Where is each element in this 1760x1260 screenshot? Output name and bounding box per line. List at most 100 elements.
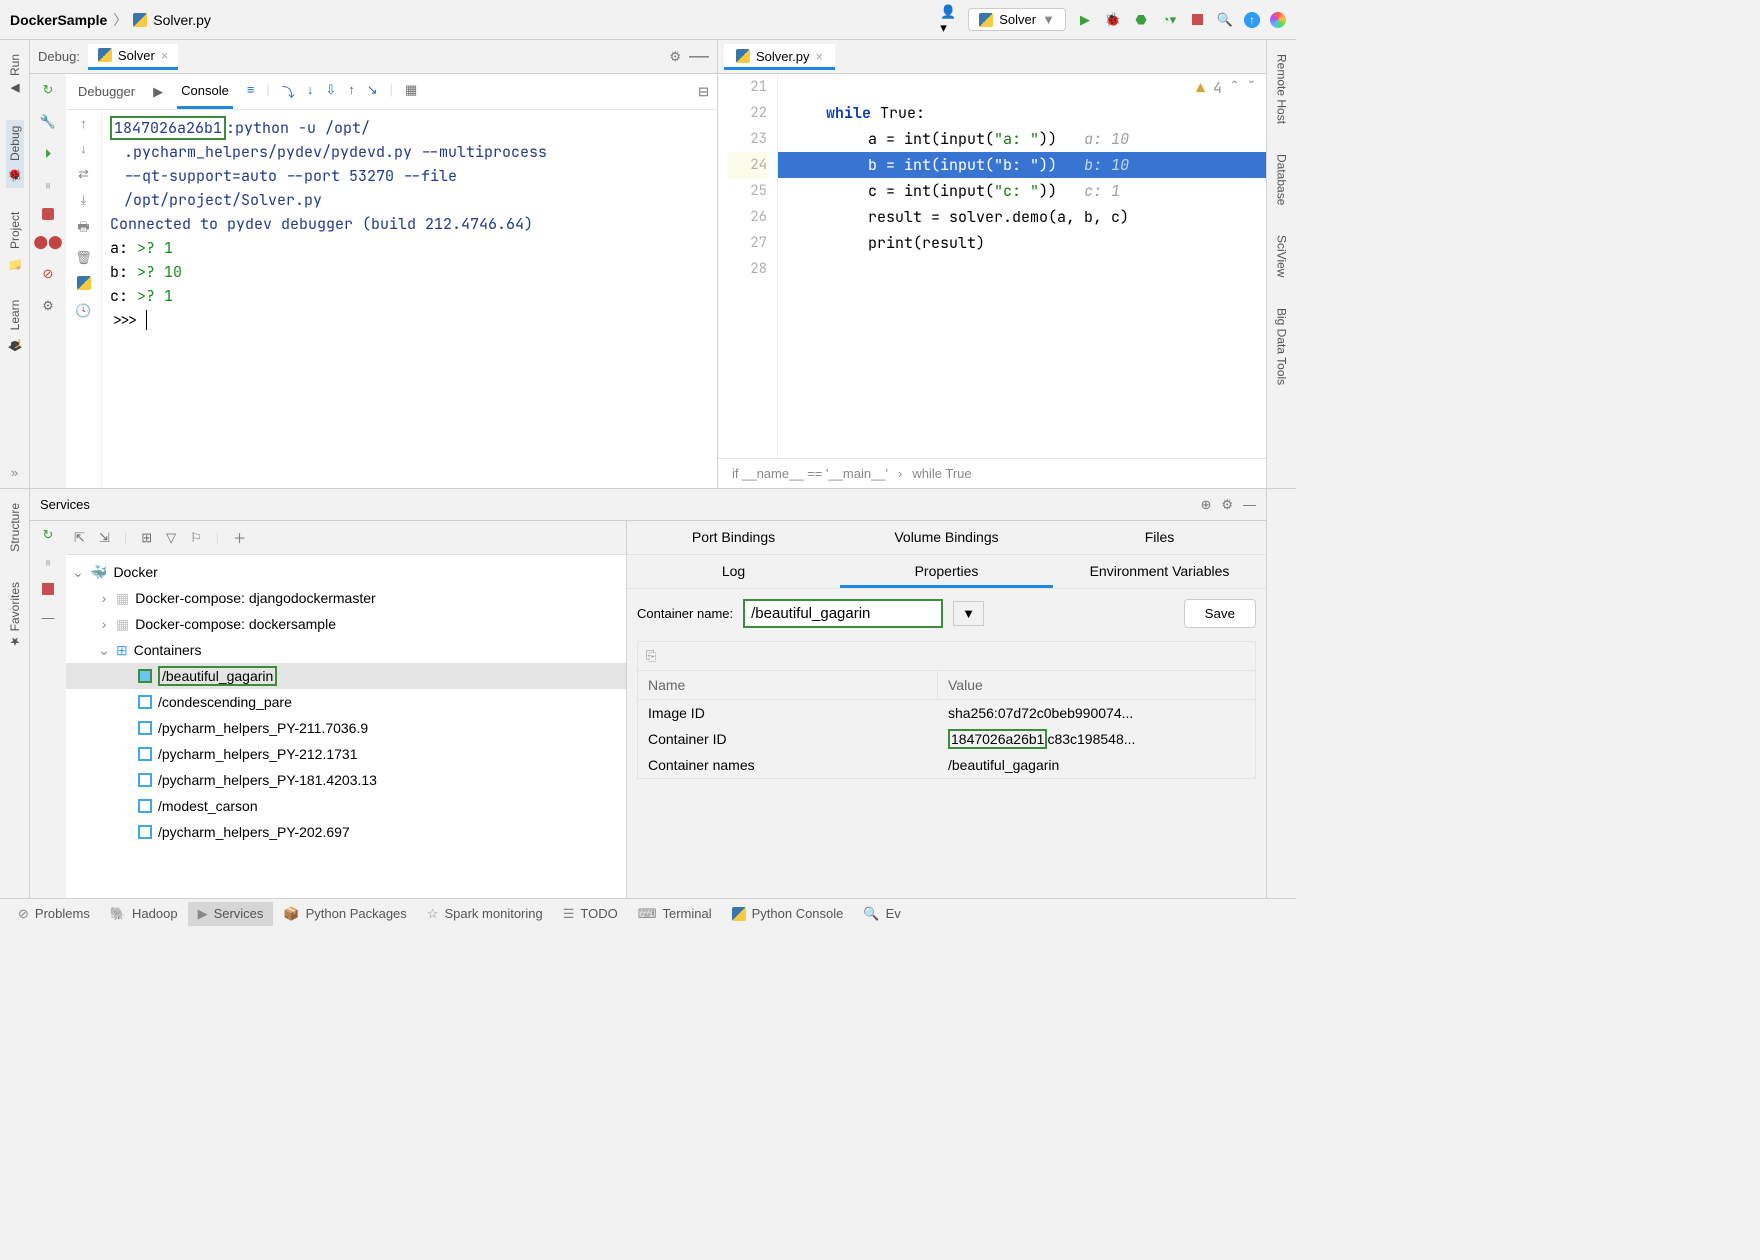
settings-icon[interactable]: ⚙ (38, 296, 58, 316)
bookmark-icon[interactable]: ⚐ (190, 530, 202, 546)
breadcrumb-file[interactable]: Solver.py (153, 12, 211, 28)
resume-icon[interactable]: ⏵ (38, 144, 58, 164)
console-output[interactable]: 1847026a26b1:python -u /opt/ .pycharm_he… (102, 110, 717, 488)
layout-icon[interactable]: ⊟ (698, 84, 709, 100)
run-button[interactable]: ▶ (1076, 11, 1094, 29)
big-data-tool[interactable]: Big Data Tools (1273, 302, 1291, 391)
remote-host-tool[interactable]: Remote Host (1273, 48, 1291, 130)
code-breadcrumb: if __name__ == '__main__' › while True (718, 458, 1266, 488)
add-icon[interactable]: ＋ (233, 528, 246, 547)
step-into-icon[interactable]: ↓ (307, 82, 314, 101)
problems-tool[interactable]: ⊘Problems (8, 902, 100, 926)
debug-tool[interactable]: 🐞 Debug (6, 120, 24, 188)
gear-icon[interactable]: ⚙ (669, 49, 681, 65)
close-icon[interactable]: × (815, 49, 823, 64)
minimize-panel-icon[interactable]: — (42, 610, 55, 625)
learn-tool[interactable]: 🎓 Learn (6, 294, 24, 357)
run-to-cursor-icon[interactable]: ↘ (367, 82, 378, 101)
coverage-icon[interactable]: ⬣ (1132, 11, 1150, 29)
minimize-icon[interactable]: — (689, 45, 709, 68)
container-name-input[interactable] (743, 599, 943, 628)
project-tool[interactable]: 📁 Project (6, 206, 24, 276)
terminal-tool[interactable]: ⌨Terminal (628, 902, 722, 926)
favorites-tool[interactable]: ★ Favorites (6, 576, 24, 655)
bottom-toolbar: ⊘Problems 🐘Hadoop ▶Services 📦Python Pack… (0, 898, 1296, 928)
close-icon[interactable]: × (161, 48, 169, 63)
step-into-my-icon[interactable]: ⇩ (325, 82, 336, 101)
hadoop-tool[interactable]: 🐘Hadoop (100, 902, 188, 926)
todo-tool[interactable]: ☰TODO (553, 902, 628, 926)
filter-icon[interactable]: ▽ (166, 530, 176, 546)
python-console-tool[interactable]: Python Console (722, 902, 854, 925)
structure-tool[interactable]: Structure (6, 497, 24, 558)
stop-icon[interactable] (42, 208, 54, 220)
events-tool[interactable]: 🔍Ev (853, 902, 910, 926)
tab-volume-bindings[interactable]: Volume Bindings (840, 521, 1053, 554)
services-tool[interactable]: ▶Services (188, 902, 274, 926)
tab-log[interactable]: Log (627, 555, 840, 588)
tab-env-vars[interactable]: Environment Variables (1053, 555, 1266, 588)
rerun-icon[interactable]: ↻ (43, 527, 54, 543)
warning-icon[interactable]: ▲ (1196, 78, 1205, 98)
run-tool[interactable]: ▶ Run (6, 48, 24, 102)
breakpoints-icon[interactable]: ⬤⬤ (38, 232, 58, 252)
copy-icon[interactable]: ⎘ (646, 648, 656, 664)
modify-icon[interactable]: 🔧 (38, 112, 58, 132)
spark-tool[interactable]: ☆Spark monitoring (417, 902, 553, 926)
gear-icon[interactable]: ⚙ (1221, 497, 1233, 513)
debug-title: Debug: (38, 49, 80, 64)
tab-properties[interactable]: Properties (840, 555, 1053, 588)
step-over-icon[interactable]: ⤵ (282, 82, 295, 101)
scroll-icon[interactable]: ⤓ (81, 192, 87, 208)
history-icon[interactable]: 🕓 (75, 303, 91, 319)
expand-icon[interactable]: ⇱ (74, 530, 85, 546)
target-icon[interactable]: ⊕ (1200, 497, 1211, 513)
up-icon[interactable]: ↑ (80, 116, 87, 131)
services-tree[interactable]: ⌄🐳Docker ›▦Docker-compose: djangodockerm… (66, 555, 626, 898)
profile-icon[interactable]: ◔▾ (1160, 11, 1178, 29)
save-button[interactable]: Save (1184, 599, 1256, 628)
col-value: Value (938, 671, 993, 699)
user-icon[interactable]: 👤▾ (940, 11, 958, 29)
down-icon[interactable]: ↓ (80, 141, 87, 156)
run-config-selector[interactable]: Solver ▼ (968, 8, 1066, 31)
list-icon[interactable]: ≡ (247, 82, 255, 101)
collapse-icon[interactable]: ⇲ (99, 530, 110, 546)
grid-icon[interactable]: ⊞ (141, 530, 152, 546)
right-rail: Remote Host Database SciView Big Data To… (1266, 40, 1296, 488)
tab-port-bindings[interactable]: Port Bindings (627, 521, 840, 554)
python-packages-tool[interactable]: 📦Python Packages (273, 902, 416, 926)
breadcrumb-project[interactable]: DockerSample (10, 12, 107, 28)
code-editor[interactable]: ▲ 4 ˆ ˇ while True: a = int(input("a: ")… (778, 74, 1266, 458)
rerun-icon[interactable]: ↻ (38, 80, 58, 100)
stop-button[interactable] (1188, 11, 1206, 29)
debug-tab-solver[interactable]: Solver × (88, 44, 178, 70)
prev-icon[interactable]: ˆ (1230, 78, 1239, 98)
next-icon[interactable]: ˇ (1247, 78, 1256, 98)
editor-tab-solver[interactable]: Solver.py × (724, 44, 835, 70)
search-icon[interactable]: 🔍 (1216, 11, 1234, 29)
ide-icon[interactable] (1270, 12, 1286, 28)
dropdown-icon[interactable]: ▼ (953, 601, 984, 626)
database-tool[interactable]: Database (1273, 148, 1291, 211)
sciview-tool[interactable]: SciView (1273, 229, 1291, 283)
mute-breakpoints-icon[interactable]: ⊘ (38, 264, 58, 284)
wrap-icon[interactable]: ⇄ (78, 166, 89, 182)
minimize-icon[interactable]: — (1243, 497, 1256, 513)
update-icon[interactable]: ↑ (1244, 12, 1260, 28)
pause-icon[interactable]: ⏸ (45, 555, 52, 571)
trash-icon[interactable]: 🗑 (75, 250, 92, 266)
evaluate-icon[interactable]: ▦ (405, 82, 417, 101)
debug-button[interactable]: 🐞 (1104, 11, 1122, 29)
print-icon[interactable]: 🖶 (77, 218, 89, 240)
python-console-icon[interactable] (77, 276, 91, 293)
pause-icon[interactable]: ⏸ (38, 176, 58, 196)
stop-icon[interactable] (42, 583, 54, 598)
left-rail: ▶ Run 🐞 Debug 📁 Project 🎓 Learn » (0, 40, 30, 488)
step-out-icon[interactable]: ↑ (348, 82, 355, 101)
container-selected: /beautiful_gagarin (66, 663, 626, 689)
python-icon (979, 13, 993, 27)
console-tab[interactable]: Console (177, 75, 233, 109)
debugger-tab[interactable]: Debugger (74, 76, 139, 107)
tab-files[interactable]: Files (1053, 521, 1266, 554)
